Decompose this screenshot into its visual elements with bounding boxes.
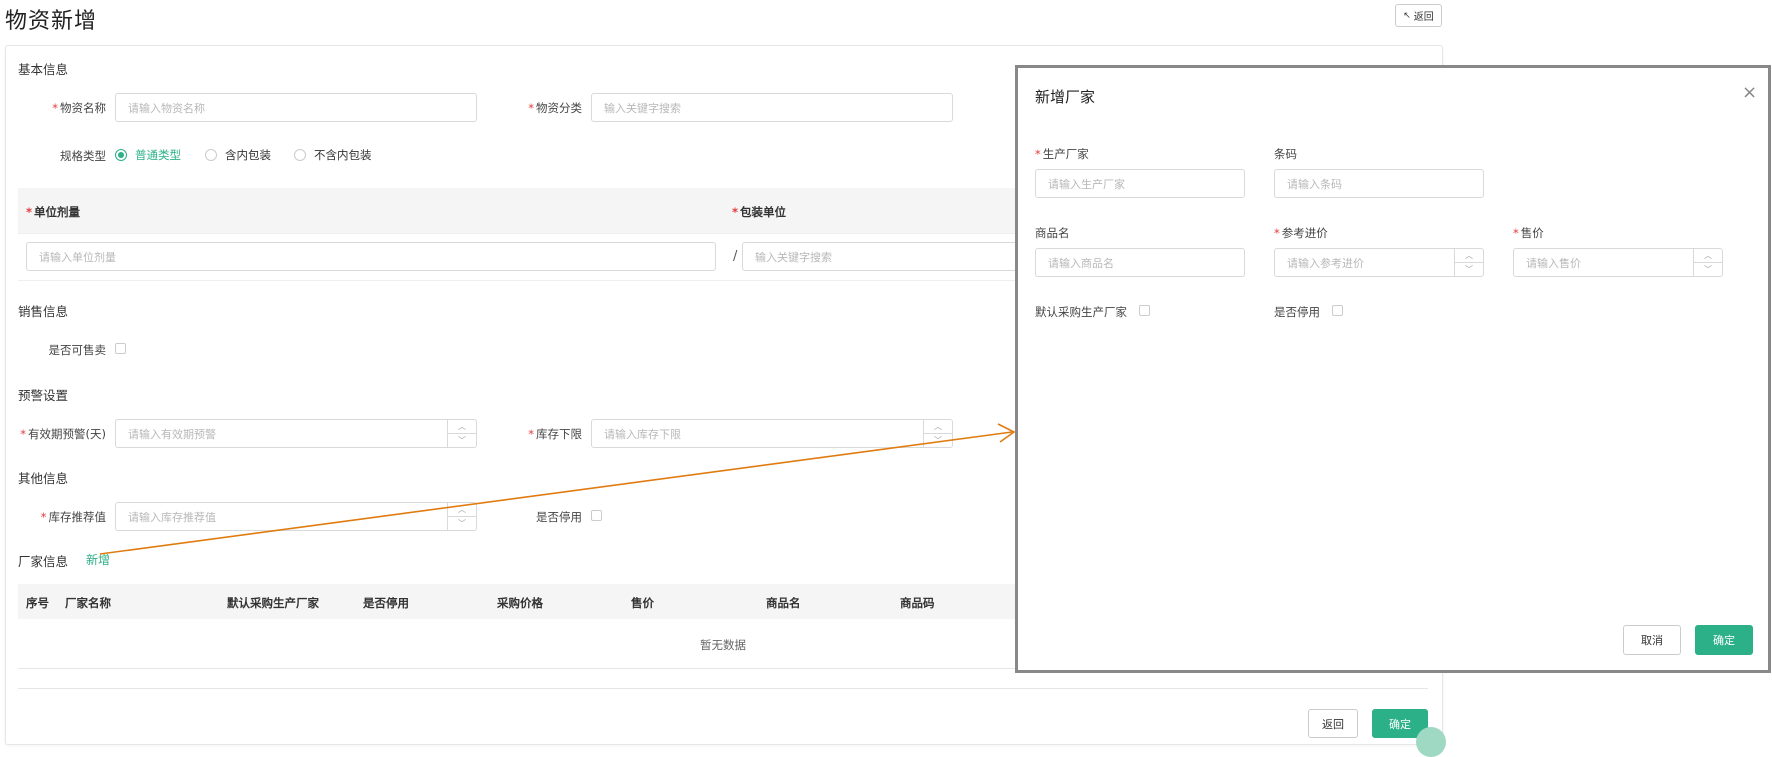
- add-vendor-modal: 新增厂家 × * 生产厂家 请输入生产厂家 条码 请输入条码 商品名 请输入商品名…: [1015, 65, 1771, 673]
- trade-name-label: 商品名: [1035, 226, 1070, 240]
- modal-title: 新增厂家: [1035, 88, 1096, 106]
- sale-price-stepper[interactable]: ︿ ﹀: [1693, 249, 1722, 276]
- sale-price-input[interactable]: 请输入售价 ︿ ﹀: [1513, 248, 1723, 277]
- ref-price-stepper[interactable]: ︿ ﹀: [1454, 249, 1483, 276]
- chevron-up-icon[interactable]: ︿: [1694, 249, 1722, 263]
- chevron-down-icon[interactable]: ﹀: [1694, 263, 1722, 276]
- chevron-down-icon[interactable]: ﹀: [1455, 263, 1483, 276]
- default-mfr-label: 默认采购生产厂家: [1035, 305, 1127, 319]
- ref-price-input[interactable]: 请输入参考进价 ︿ ﹀: [1274, 248, 1484, 277]
- manufacturer-label: * 生产厂家: [1035, 147, 1089, 161]
- modal-disabled-label: 是否停用: [1274, 305, 1320, 319]
- chevron-up-icon[interactable]: ︿: [1455, 249, 1483, 263]
- modal-close-icon[interactable]: ×: [1742, 82, 1757, 103]
- sale-price-label: * 售价: [1513, 226, 1544, 240]
- modal-disabled-checkbox[interactable]: [1332, 305, 1343, 316]
- ref-price-label: * 参考进价: [1274, 226, 1328, 240]
- trade-name-input[interactable]: 请输入商品名: [1035, 248, 1245, 277]
- barcode-label: 条码: [1274, 147, 1297, 161]
- manufacturer-input[interactable]: 请输入生产厂家: [1035, 169, 1245, 198]
- modal-confirm-button[interactable]: 确定: [1695, 625, 1753, 655]
- default-mfr-checkbox[interactable]: [1139, 305, 1150, 316]
- barcode-input[interactable]: 请输入条码: [1274, 169, 1484, 198]
- modal-cancel-button[interactable]: 取消: [1623, 625, 1681, 655]
